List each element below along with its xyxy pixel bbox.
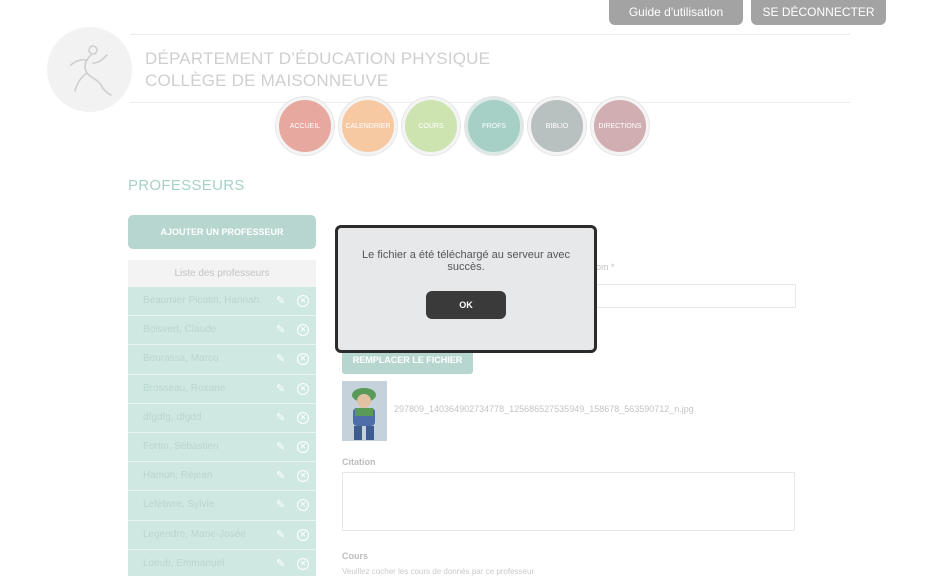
courses-help-text: Veuillez cocher les cours de donnés par … [342,567,535,576]
close-circle-icon[interactable]: ✕ [297,528,309,541]
close-circle-icon[interactable]: ✕ [297,411,309,424]
list-item[interactable]: Fortin, Sébastien ✎ ✕ [128,432,316,463]
professor-name: Legendre, Marie-Josée [143,528,246,540]
dialog-message: Le fichier a été téléchargé au serveur a… [362,249,570,273]
pencil-icon[interactable]: ✎ [276,521,285,549]
pencil-icon[interactable]: ✎ [276,375,285,403]
department-title-line1: DÉPARTEMENT D’ÉDUCATION PHYSIQUE [145,49,491,68]
close-circle-icon[interactable]: ✕ [297,382,309,395]
professor-name: Hamon, Réjean [143,470,213,482]
close-circle-icon[interactable]: ✕ [297,324,309,337]
name-field-label: om * [596,262,615,272]
list-item[interactable]: dfgdfg, dfgdd ✎ ✕ [128,403,316,433]
professor-name: Brosseau, Roxane [143,382,226,394]
pencil-icon[interactable]: ✎ [276,287,285,315]
add-professor-button[interactable]: AJOUTER UN PROFESSEUR [128,215,316,249]
professor-name: Fortin, Sébastien [143,440,219,452]
professor-list: Beaumier Picotin, Hannah ✎ ✕ Boisvert, Cla… [128,287,316,576]
pencil-icon[interactable]: ✎ [276,550,285,576]
uploaded-filename: 297809_140364902734778_125686527535949_1… [394,404,694,414]
nav-biblio[interactable]: BIBLIO [528,97,586,155]
ok-button[interactable]: OK [426,291,506,319]
nav-cours[interactable]: COURS [402,97,460,155]
main-nav: ACCUEIL CALENDRIER COURS PROFS BIBLIO DI… [276,97,649,155]
close-circle-icon[interactable]: ✕ [297,557,309,570]
name-input[interactable] [590,284,796,308]
list-item[interactable]: Bourassa, Marco ✎ ✕ [128,345,316,375]
close-circle-icon[interactable]: ✕ [297,470,309,483]
pencil-icon[interactable]: ✎ [276,462,285,490]
courses-label: Cours [342,551,369,561]
header-top-divider [130,34,850,35]
list-item[interactable]: Brosseau, Roxane ✎ ✕ [128,374,316,404]
professor-name: Loeub, Emmanuel [143,557,225,569]
pencil-icon[interactable]: ✎ [276,316,285,344]
nav-calendrier[interactable]: CALENDRIER [339,97,397,155]
logout-button[interactable]: SE DÉCONNECTER [751,0,886,25]
professor-name: Bourassa, Marco [143,353,219,365]
citation-textarea[interactable] [342,472,795,531]
pencil-icon[interactable]: ✎ [276,345,285,373]
citation-label: Citation [342,457,376,467]
pencil-icon[interactable]: ✎ [276,491,285,519]
close-circle-icon[interactable]: ✕ [297,353,309,366]
professor-name: Lefèbvre, Sylvie [143,499,215,511]
professor-photo-thumbnail [342,381,387,441]
close-circle-icon[interactable]: ✕ [297,440,309,453]
runner-logo-icon [70,45,112,96]
list-item[interactable]: Boisvert, Claude ✎ ✕ [128,316,316,346]
professor-name: Beaumier Picotin, Hannah [143,295,260,306]
list-item[interactable]: Loeub, Emmanuel ✎ ✕ [128,549,316,576]
list-item[interactable]: Legendre, Marie-Josée ✎ ✕ [128,520,316,550]
pencil-icon[interactable]: ✎ [276,404,285,432]
close-circle-icon[interactable]: ✕ [297,295,309,307]
guide-button[interactable]: Guide d'utilisation [609,0,743,25]
nav-accueil[interactable]: ACCUEIL [276,97,334,155]
department-title-line2: COLLÈGE DE MAISONNEUVE [145,71,389,90]
professor-name: dfgdfg, dfgdd [143,411,202,423]
nav-directions[interactable]: DIRECTIONS [591,97,649,155]
close-circle-icon[interactable]: ✕ [297,499,309,512]
list-item[interactable]: Hamon, Réjean ✎ ✕ [128,462,316,492]
pencil-icon[interactable]: ✎ [276,433,285,461]
department-title: DÉPARTEMENT D’ÉDUCATION PHYSIQUE COLLÈGE… [145,48,490,92]
upload-success-dialog: Le fichier a été téléchargé au serveur a… [335,225,597,353]
list-item[interactable]: Beaumier Picotin, Hannah ✎ ✕ [128,287,316,317]
professor-list-header: Liste des professeurs [128,260,316,292]
list-item[interactable]: Lefèbvre, Sylvie ✎ ✕ [128,491,316,521]
page-title: PROFESSEURS [128,177,245,194]
logo[interactable] [47,27,132,112]
professor-name: Boisvert, Claude [143,324,217,336]
nav-profs[interactable]: PROFS [465,97,523,155]
